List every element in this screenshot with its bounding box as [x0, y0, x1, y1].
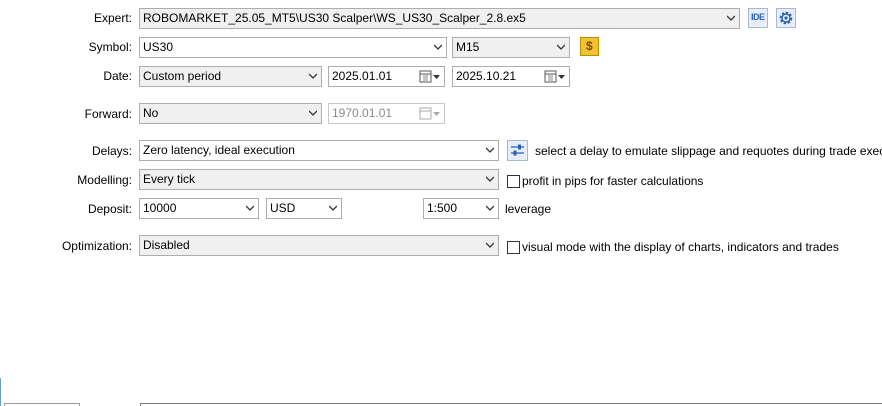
modelling-value: Every tick — [143, 172, 196, 186]
forward-value: No — [143, 106, 159, 120]
deposit-amount-value: 10000 — [143, 201, 177, 215]
leverage-dropdown[interactable]: 1:500 — [423, 198, 499, 219]
ide-button[interactable]: IDE — [748, 8, 768, 28]
delays-hint: select a delay to emulate slippage and r… — [535, 144, 882, 158]
symbol-value: US30 — [143, 40, 174, 54]
chevron-down-icon — [329, 205, 337, 211]
forward-date-value: 1970.01.01 — [332, 106, 393, 120]
forward-date-picker: 1970.01.01 — [328, 103, 445, 124]
chevron-down-icon — [434, 44, 442, 50]
chevron-down-icon — [727, 15, 735, 21]
currency-value: USD — [270, 201, 296, 215]
sliders-icon — [511, 144, 524, 156]
delay-settings-button[interactable] — [507, 140, 528, 161]
period-value: Custom period — [143, 69, 222, 83]
deposit-amount-dropdown[interactable]: 10000 — [139, 198, 259, 219]
symbol-dropdown[interactable]: US30 — [139, 37, 447, 58]
leverage-value: 1:500 — [427, 201, 458, 215]
currency-dropdown[interactable]: USD — [266, 198, 342, 219]
chevron-down-icon — [246, 205, 254, 211]
leverage-label: leverage — [505, 202, 552, 216]
modelling-label: Modelling: — [77, 173, 132, 187]
calendar-icon[interactable] — [419, 70, 441, 83]
ide-icon: IDE — [751, 12, 765, 22]
timeframe-value: M15 — [456, 40, 480, 54]
chevron-down-icon — [486, 242, 494, 248]
date-to-value: 2025.10.21 — [456, 69, 517, 83]
date-from-value: 2025.01.01 — [332, 69, 393, 83]
date-from-picker[interactable]: 2025.01.01 — [328, 66, 445, 87]
visual-mode-label: visual mode with the display of charts, … — [522, 240, 839, 254]
calendar-icon[interactable] — [544, 70, 566, 83]
chevron-down-icon — [486, 205, 494, 211]
profit-in-pips-label: profit in pips for faster calculations — [522, 174, 704, 188]
expert-label: Expert: — [93, 11, 132, 25]
forward-label: Forward: — [84, 107, 132, 121]
optimization-dropdown[interactable]: Disabled — [139, 235, 499, 256]
forward-dropdown[interactable]: No — [139, 103, 322, 124]
chevron-down-icon — [486, 176, 494, 182]
left-edge — [0, 0, 3, 406]
optimization-label: Optimization: — [61, 239, 132, 253]
symbol-properties-button[interactable]: $ — [580, 37, 599, 56]
date-label: Date: — [103, 69, 132, 83]
timeframe-dropdown[interactable]: M15 — [452, 37, 570, 58]
profit-in-pips-checkbox[interactable] — [507, 175, 520, 188]
expert-value: ROBOMARKET_25.05_MT5\US30 Scalper\WS_US3… — [143, 11, 526, 25]
visual-mode-checkbox[interactable] — [507, 241, 520, 254]
settings-button[interactable] — [776, 8, 796, 28]
delays-value: Zero latency, ideal execution — [143, 143, 295, 157]
date-to-picker[interactable]: 2025.10.21 — [452, 66, 570, 87]
optimization-value: Disabled — [143, 238, 190, 252]
modelling-dropdown[interactable]: Every tick — [139, 169, 499, 190]
expert-dropdown[interactable]: ROBOMARKET_25.05_MT5\US30 Scalper\WS_US3… — [139, 8, 740, 29]
chevron-down-icon — [486, 147, 494, 153]
deposit-label: Deposit: — [87, 202, 132, 216]
symbol-label: Symbol: — [88, 40, 132, 54]
chevron-down-icon — [309, 110, 317, 116]
coin-icon: $ — [586, 39, 593, 53]
chevron-down-icon — [309, 73, 317, 79]
delays-dropdown[interactable]: Zero latency, ideal execution — [139, 140, 499, 161]
gear-icon — [779, 11, 793, 25]
left-accent-line — [0, 378, 1, 406]
period-dropdown[interactable]: Custom period — [139, 66, 322, 87]
chevron-down-icon — [557, 44, 565, 50]
delays-label: Delays: — [91, 144, 132, 158]
calendar-icon — [419, 107, 440, 120]
